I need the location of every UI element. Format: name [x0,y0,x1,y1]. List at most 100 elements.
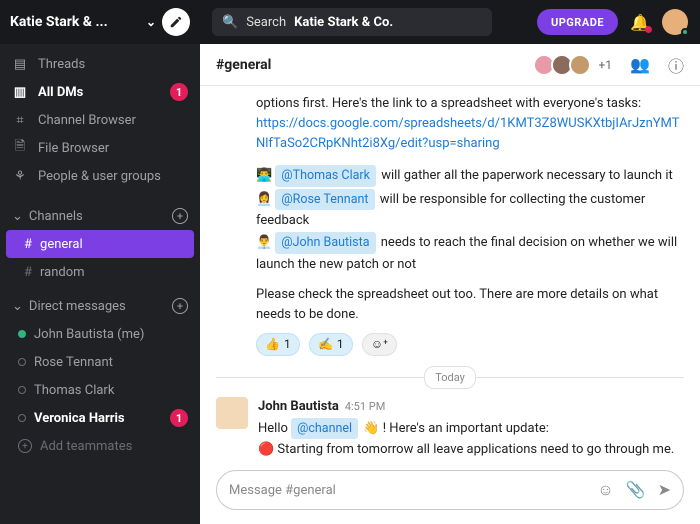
composer: Message #general ☺ 📎 ➤ [200,460,700,524]
nav-all-dms[interactable]: ▥ All DMs 1 [0,78,200,106]
composer-placeholder: Message #general [229,483,336,498]
add-people-icon[interactable]: 👥 [630,55,650,74]
mention[interactable]: @Thomas Clark [275,165,376,186]
dm-icon: ▥ [12,85,28,100]
message-input[interactable]: Message #general ☺ 📎 ➤ [216,470,684,510]
channels-section-header[interactable]: ⌄ Channels + [0,202,200,230]
hash-icon: # [24,237,32,252]
dm-name: John Bautista (me) [34,327,144,342]
author-avatar[interactable] [216,397,248,429]
search-prefix: Search [246,15,286,30]
mention-line: 👨‍💻 @Thomas Clark will gather all the pa… [256,164,684,187]
message: options first. Here's the link to a spre… [216,94,684,356]
member-count: +1 [599,58,613,72]
upgrade-button[interactable]: UPGRADE [537,9,618,35]
date-divider: Today [216,366,684,389]
add-teammates[interactable]: +Add teammates [0,432,200,460]
presence-online-icon [681,28,689,36]
channel-random[interactable]: # random [0,258,200,286]
people-icon: ⚘ [12,169,28,184]
reactions: 👍 1 ✍️ 1 ☺⁺ [256,333,684,356]
nav-label: All DMs [38,85,83,100]
threads-icon: ▤ [12,57,28,72]
mention-line: 👩‍💼 @Rose Tennant will be responsible fo… [256,188,684,232]
message-text: Hello @channel 👋 ! Here's an important u… [258,417,684,440]
section-label: Channels [29,209,83,224]
mention-emoji: 👩‍💼 [256,192,272,207]
mention[interactable]: @channel [291,418,358,439]
main-area: 🔍 Search Katie Stark & Co. UPGRADE 🔔 #ge… [200,0,700,524]
search-scope: Katie Stark & Co. [294,15,393,30]
compose-button[interactable] [162,8,190,36]
nav-threads[interactable]: ▤ Threads [0,50,200,78]
nav-label: Channel Browser [38,113,136,128]
workspace-switcher[interactable]: Katie Stark & ... ⌄ [0,0,200,44]
primary-nav: ▤ Threads ▥ All DMs 1 ⌗ Channel Browser 🗎Fil… [0,44,200,196]
message-text: options first. Here's the link to a spre… [256,94,684,114]
channel-name: general [40,237,83,252]
nav-file-browser[interactable]: 🗎File Browser [0,134,200,162]
message-link[interactable]: https://docs.google.com/spreadsheets/d/1… [256,116,679,151]
info-icon[interactable]: ⓘ [668,53,684,77]
reaction[interactable]: ✍️ 1 [309,333,353,356]
message-list[interactable]: options first. Here's the link to a spre… [200,86,700,460]
search-input[interactable]: 🔍 Search Katie Stark & Co. [212,8,492,36]
chevron-down-icon: ⌄ [12,299,23,314]
presence-online-icon [18,330,26,338]
presence-offline-icon [18,358,26,366]
channel-header: #general +1 👥 ⓘ [200,44,700,86]
mention-emoji: 👨‍💼 [256,235,272,250]
workspace-name: Katie Stark & ... [10,14,140,30]
attachment-icon[interactable]: 📎 [626,480,646,500]
notifications-button[interactable]: 🔔 [630,13,650,32]
nav-label: Threads [38,57,85,72]
channel-title[interactable]: #general [216,57,271,73]
dm-name: Rose Tennant [34,355,113,370]
topbar: 🔍 Search Katie Stark & Co. UPGRADE 🔔 [200,0,700,44]
user-avatar[interactable] [662,9,688,35]
nav-label: People & user groups [38,169,161,184]
unread-badge: 1 [170,409,188,427]
add-dm-button[interactable]: + [172,298,188,314]
dm-john-bautista[interactable]: John Bautista (me) [0,320,200,348]
mention[interactable]: @Rose Tennant [275,189,374,210]
chevron-down-icon: ⌄ [146,15,156,29]
member-avatars[interactable]: +1 [539,54,613,76]
search-icon: 🔍 [222,15,238,30]
add-reaction-button[interactable]: ☺⁺ [362,333,397,356]
add-teammates-label: Add teammates [40,439,132,454]
channel-general[interactable]: # general [6,230,194,258]
channel-name: random [40,265,85,280]
nav-channel-browser[interactable]: ⌗ Channel Browser [0,106,200,134]
presence-offline-icon [18,386,26,394]
dms-section-header[interactable]: ⌄ Direct messages + [0,292,200,320]
reaction[interactable]: 👍 1 [256,333,300,356]
dm-thomas-clark[interactable]: Thomas Clark [0,376,200,404]
mention-emoji: 👨‍💻 [256,168,272,183]
dm-name: Thomas Clark [34,383,114,398]
message-text: Please check the spreadsheet out too. Th… [256,285,684,325]
hash-icon: # [24,265,32,280]
chevron-down-icon: ⌄ [12,209,23,224]
nav-people[interactable]: ⚘ People & user groups [0,162,200,190]
add-channel-button[interactable]: + [172,208,188,224]
send-icon[interactable]: ➤ [658,480,671,500]
message-text: 🔴 Starting from tomorrow all leave appli… [258,440,684,460]
pencil-icon [169,15,183,29]
dm-veronica-harris[interactable]: Veronica Harris 1 [0,404,200,432]
dm-rose-tennant[interactable]: Rose Tennant [0,348,200,376]
sidebar: Katie Stark & ... ⌄ ▤ Threads ▥ All DMs 1 ⌗… [0,0,200,524]
mention-line: 👨‍💼 @John Bautista needs to reach the fi… [256,231,684,275]
presence-offline-icon [18,414,26,422]
browser-icon: ⌗ [12,113,28,128]
dm-name: Veronica Harris [34,411,125,426]
section-label: Direct messages [29,299,126,314]
mention[interactable]: @John Bautista [275,232,375,253]
unread-badge: 1 [170,83,188,101]
emoji-icon[interactable]: ☺ [597,480,613,500]
author-name[interactable]: John Bautista [258,399,339,414]
notification-dot [645,26,652,33]
message: John Bautista4:51 PM Hello @channel 👋 ! … [216,397,684,460]
date-label: Today [424,366,476,389]
nav-label: File Browser [38,141,109,156]
